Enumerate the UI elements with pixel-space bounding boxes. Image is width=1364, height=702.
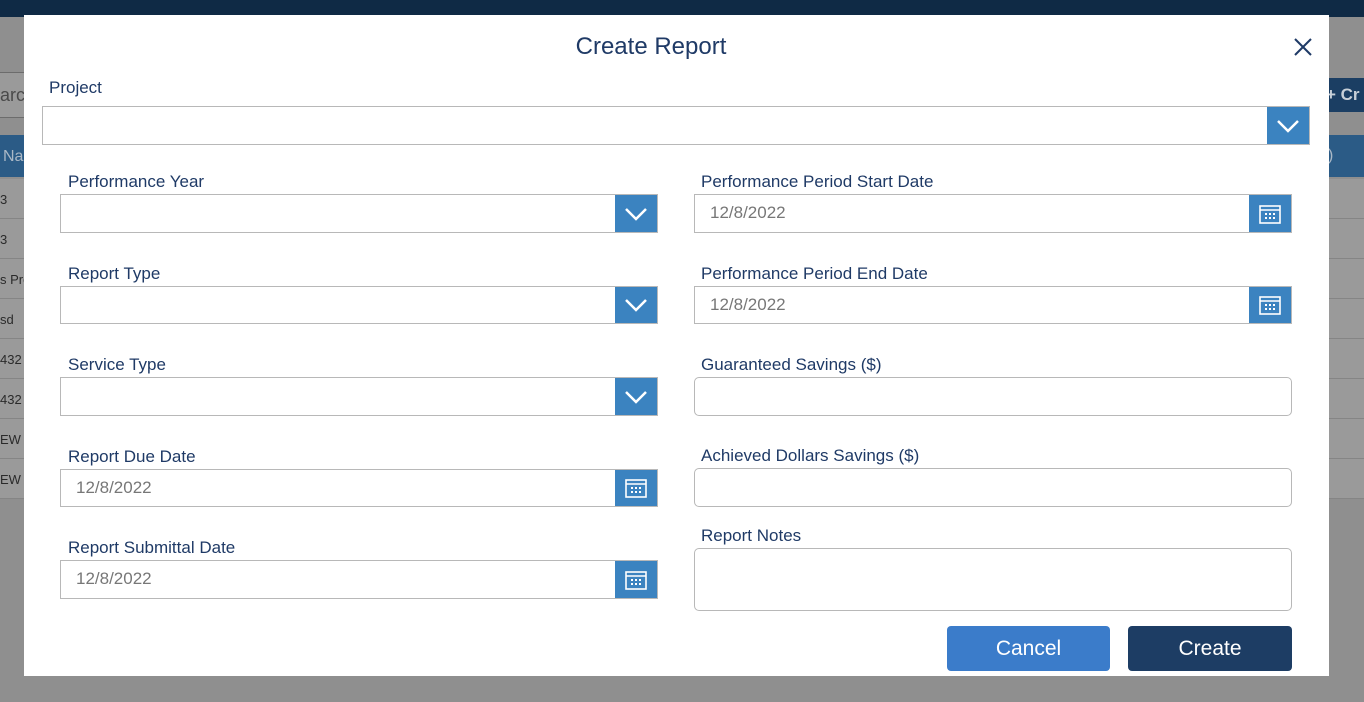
period-end-date-picker[interactable]: 12/8/2022 (694, 286, 1292, 324)
background-cell: 3 (0, 192, 8, 207)
background-cell: 432 (0, 392, 22, 407)
report-notes-textarea[interactable] (694, 548, 1292, 611)
period-end-date-calendar-button[interactable] (1249, 287, 1291, 323)
background-cell: 3 (0, 232, 8, 247)
performance-year-dropdown[interactable] (60, 194, 658, 233)
period-start-date-picker[interactable]: 12/8/2022 (694, 194, 1292, 233)
background-create-text: + Cr (1326, 85, 1360, 104)
project-label: Project (49, 78, 102, 97)
report-submittal-date-picker[interactable]: 12/8/2022 (60, 560, 658, 599)
calendar-icon (625, 479, 647, 498)
create-button[interactable]: Create (1128, 626, 1292, 671)
close-button[interactable] (1290, 34, 1316, 60)
create-report-dialog: Create Report Project Performance Year R… (24, 15, 1329, 676)
background-cell: EW (0, 432, 21, 447)
report-submittal-date-value: 12/8/2022 (76, 569, 152, 588)
background-cell: 432 (0, 352, 22, 367)
close-icon (1294, 38, 1312, 56)
report-notes-label: Report Notes (701, 526, 802, 545)
dialog-title: Create Report (575, 33, 727, 60)
period-end-date-label: Performance Period End Date (701, 264, 928, 283)
service-type-dropdown[interactable] (60, 377, 658, 416)
report-due-date-label: Report Due Date (68, 447, 196, 466)
report-submittal-date-label: Report Submittal Date (68, 538, 236, 557)
chevron-down-icon (625, 299, 647, 312)
report-due-date-calendar-button[interactable] (615, 470, 657, 506)
period-start-date-label: Performance Period Start Date (701, 172, 934, 191)
report-type-dropdown[interactable] (60, 286, 658, 324)
calendar-icon (625, 570, 647, 590)
background-header-left: Na (3, 148, 24, 165)
report-type-label: Report Type (68, 264, 161, 283)
report-submittal-date-calendar-button[interactable] (615, 561, 657, 598)
achieved-savings-label: Achieved Dollars Savings ($) (701, 446, 920, 465)
period-end-date-value: 12/8/2022 (710, 295, 786, 314)
chevron-down-icon (625, 207, 647, 221)
cancel-button[interactable]: Cancel (947, 626, 1110, 671)
background-cell: sd (0, 312, 14, 327)
achieved-savings-input[interactable] (694, 468, 1292, 507)
guaranteed-savings-label: Guaranteed Savings ($) (701, 355, 882, 374)
performance-year-label: Performance Year (68, 172, 205, 191)
calendar-icon (1259, 204, 1281, 224)
service-type-dropdown-toggle[interactable] (615, 378, 657, 415)
project-dropdown[interactable] (42, 106, 1310, 145)
period-start-date-calendar-button[interactable] (1249, 195, 1291, 232)
chevron-down-icon (625, 390, 647, 404)
performance-year-dropdown-toggle[interactable] (615, 195, 657, 232)
background-cell: EW (0, 472, 21, 487)
calendar-icon (1259, 296, 1281, 315)
chevron-down-icon (1277, 119, 1299, 133)
period-start-date-value: 12/8/2022 (710, 203, 786, 222)
project-dropdown-toggle[interactable] (1267, 107, 1309, 144)
report-type-dropdown-toggle[interactable] (615, 287, 657, 323)
report-due-date-picker[interactable]: 12/8/2022 (60, 469, 658, 507)
guaranteed-savings-input[interactable] (694, 377, 1292, 416)
report-due-date-value: 12/8/2022 (76, 478, 152, 497)
service-type-label: Service Type (68, 355, 166, 374)
